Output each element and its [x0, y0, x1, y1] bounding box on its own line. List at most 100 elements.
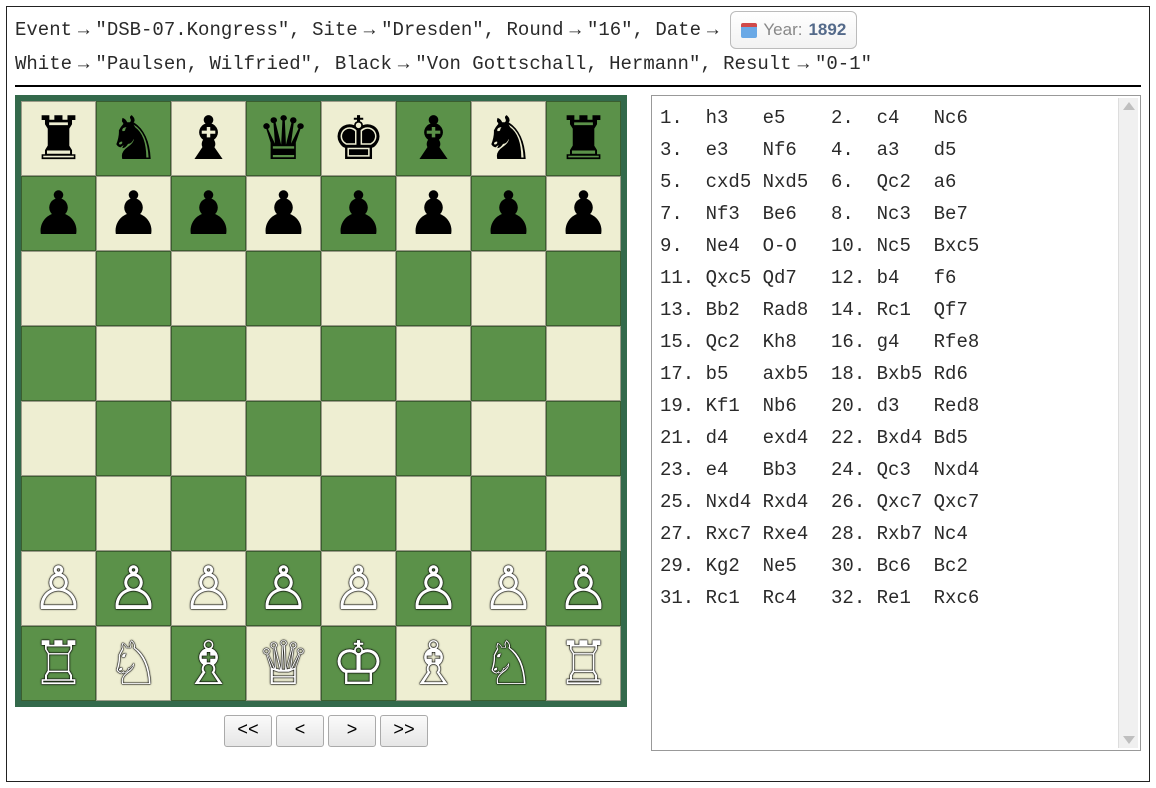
square[interactable]	[471, 326, 546, 401]
last-button[interactable]: >>	[380, 715, 428, 747]
square[interactable]	[321, 326, 396, 401]
square[interactable]: ♔	[321, 626, 396, 701]
square[interactable]: ♚	[321, 101, 396, 176]
site-label: Site	[312, 15, 358, 45]
first-button[interactable]: <<	[224, 715, 272, 747]
white-pawn-icon: ♙	[332, 559, 386, 619]
square[interactable]: ♖	[21, 626, 96, 701]
square[interactable]: ♝	[171, 101, 246, 176]
square[interactable]	[21, 251, 96, 326]
game-viewer: Event → "DSB-07.Kongress" , Site → "Dres…	[6, 6, 1150, 782]
event-label: Event	[15, 15, 72, 45]
square[interactable]: ♙	[546, 551, 621, 626]
black-pawn-icon: ♟	[182, 184, 236, 244]
square[interactable]: ♗	[171, 626, 246, 701]
square[interactable]: ♙	[21, 551, 96, 626]
square[interactable]: ♜	[21, 101, 96, 176]
square[interactable]: ♟	[96, 176, 171, 251]
square[interactable]: ♙	[171, 551, 246, 626]
arrow-icon: →	[78, 49, 89, 79]
square[interactable]: ♙	[396, 551, 471, 626]
arrow-icon: →	[398, 49, 409, 79]
year-button[interactable]: Year: 1892	[730, 11, 857, 49]
square[interactable]: ♟	[246, 176, 321, 251]
square[interactable]	[471, 251, 546, 326]
square[interactable]: ♙	[96, 551, 171, 626]
square[interactable]: ♙	[321, 551, 396, 626]
scrollbar[interactable]	[1118, 98, 1138, 748]
square[interactable]	[21, 326, 96, 401]
black-pawn-icon: ♟	[482, 184, 536, 244]
prev-button[interactable]: <	[276, 715, 324, 747]
square[interactable]	[321, 251, 396, 326]
square[interactable]	[246, 401, 321, 476]
square[interactable]: ♛	[246, 101, 321, 176]
game-header: Event → "DSB-07.Kongress" , Site → "Dres…	[15, 11, 1141, 87]
square[interactable]	[171, 251, 246, 326]
square[interactable]	[21, 476, 96, 551]
square[interactable]	[96, 476, 171, 551]
sep: ,	[700, 49, 723, 79]
square[interactable]	[96, 401, 171, 476]
black-bishop-icon: ♝	[407, 109, 461, 169]
black-pawn-icon: ♟	[257, 184, 311, 244]
square[interactable]: ♞	[96, 101, 171, 176]
square[interactable]	[396, 401, 471, 476]
square[interactable]	[171, 401, 246, 476]
square[interactable]	[396, 326, 471, 401]
white-bishop-icon: ♗	[407, 634, 461, 694]
square[interactable]	[246, 476, 321, 551]
square[interactable]: ♟	[396, 176, 471, 251]
scroll-up-icon[interactable]	[1123, 102, 1135, 110]
square[interactable]	[396, 476, 471, 551]
scroll-down-icon[interactable]	[1123, 736, 1135, 744]
year-label: Year:	[763, 15, 802, 45]
white-pawn-icon: ♙	[557, 559, 611, 619]
square[interactable]	[321, 401, 396, 476]
square[interactable]: ♟	[321, 176, 396, 251]
year-value: 1892	[808, 15, 846, 45]
moves-list[interactable]: 1. h3 e5 2. c4 Nc6 3. e3 Nf6 4. a3 d5 5.…	[660, 102, 1112, 744]
square[interactable]: ♙	[471, 551, 546, 626]
square[interactable]: ♜	[546, 101, 621, 176]
white-label: White	[15, 49, 72, 79]
white-pawn-icon: ♙	[107, 559, 161, 619]
black-value: "Von Gottschall, Hermann"	[415, 49, 700, 79]
square[interactable]: ♟	[171, 176, 246, 251]
black-pawn-icon: ♟	[107, 184, 161, 244]
square[interactable]: ♞	[471, 101, 546, 176]
site-value: "Dresden"	[381, 15, 484, 45]
next-button[interactable]: >	[328, 715, 376, 747]
white-queen-icon: ♕	[257, 634, 311, 694]
square[interactable]: ♝	[396, 101, 471, 176]
arrow-icon: →	[798, 49, 809, 79]
square[interactable]	[546, 251, 621, 326]
square[interactable]	[246, 326, 321, 401]
nav-controls: << < > >>	[15, 715, 637, 747]
white-pawn-icon: ♙	[482, 559, 536, 619]
square[interactable]: ♟	[471, 176, 546, 251]
square[interactable]: ♟	[21, 176, 96, 251]
square[interactable]	[321, 476, 396, 551]
black-pawn-icon: ♟	[32, 184, 86, 244]
square[interactable]: ♘	[471, 626, 546, 701]
square[interactable]	[471, 401, 546, 476]
square[interactable]	[96, 251, 171, 326]
square[interactable]: ♖	[546, 626, 621, 701]
square[interactable]	[171, 476, 246, 551]
square[interactable]: ♟	[546, 176, 621, 251]
square[interactable]: ♕	[246, 626, 321, 701]
square[interactable]	[21, 401, 96, 476]
square[interactable]	[96, 326, 171, 401]
square[interactable]: ♙	[246, 551, 321, 626]
square[interactable]	[546, 326, 621, 401]
square[interactable]	[546, 401, 621, 476]
square[interactable]	[471, 476, 546, 551]
square[interactable]: ♗	[396, 626, 471, 701]
square[interactable]	[546, 476, 621, 551]
square[interactable]	[246, 251, 321, 326]
chess-board[interactable]: ♜♞♝♛♚♝♞♜♟♟♟♟♟♟♟♟♙♙♙♙♙♙♙♙♖♘♗♕♔♗♘♖	[15, 95, 627, 707]
square[interactable]	[396, 251, 471, 326]
square[interactable]: ♘	[96, 626, 171, 701]
square[interactable]	[171, 326, 246, 401]
